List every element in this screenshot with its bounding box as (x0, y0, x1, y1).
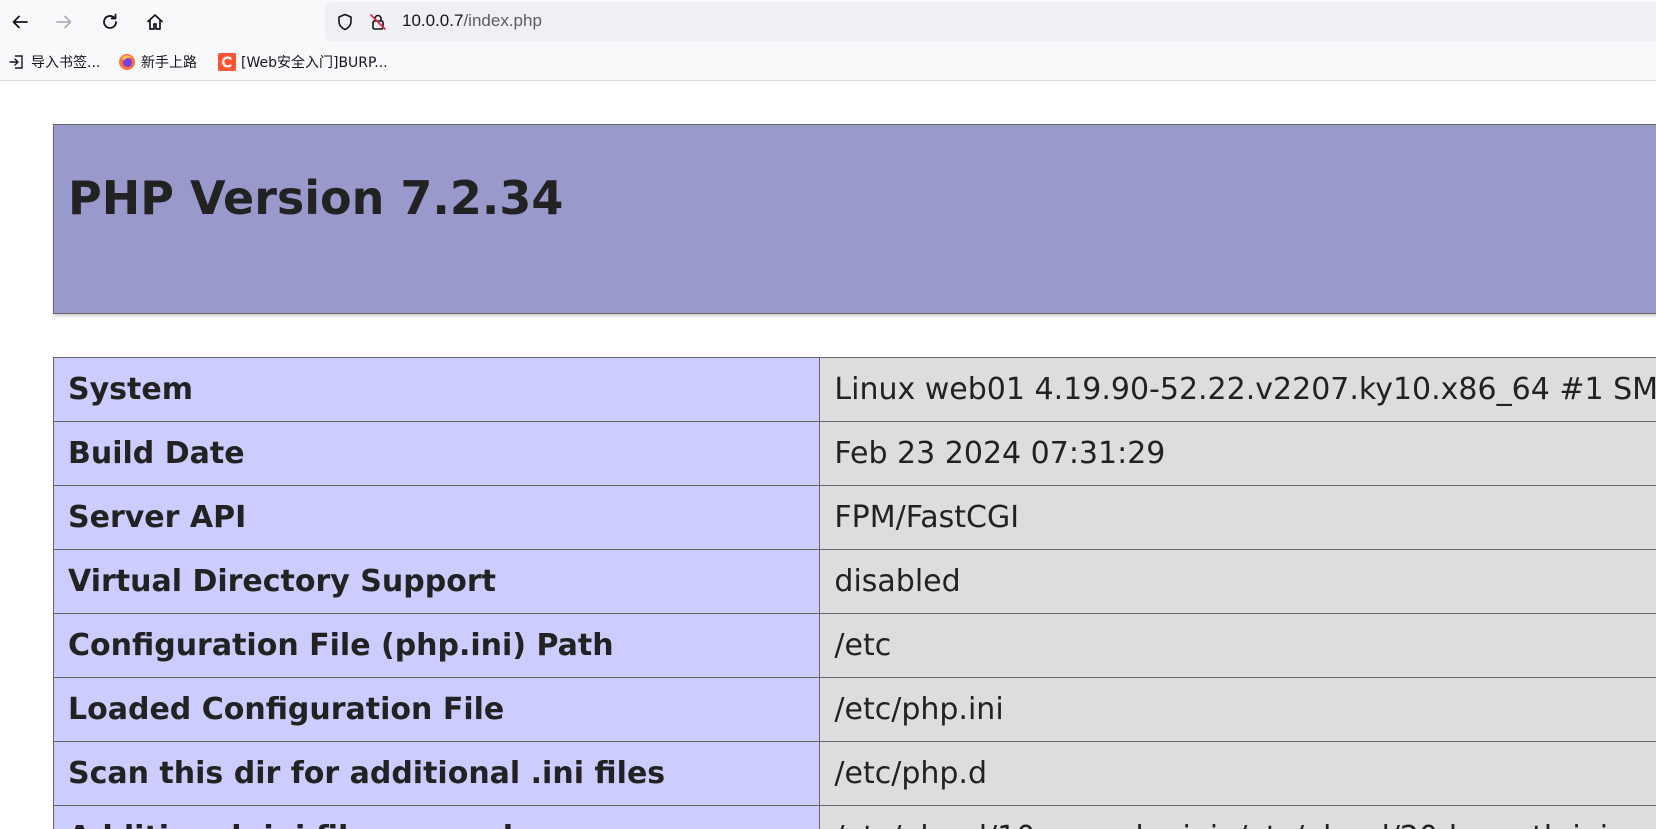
info-key: Build Date (52, 421, 821, 486)
back-button[interactable] (4, 6, 36, 38)
url-bar[interactable]: 10.0.0.7/index.php (325, 2, 1656, 41)
url-path: /index.php (463, 11, 542, 30)
info-value: /etc/php.d/10-opcache.ini, /etc/php.d/20… (819, 805, 1656, 829)
bookmark-label: 导入书签... (31, 55, 101, 71)
table-row: Build Date Feb 23 2024 07:31:29 (52, 421, 1656, 486)
table-row: Configuration File (php.ini) Path /etc (52, 613, 1656, 678)
home-icon (147, 14, 163, 30)
table-row: Virtual Directory Support disabled (52, 549, 1656, 614)
shield-icon[interactable] (335, 12, 355, 32)
info-key: Virtual Directory Support (52, 549, 821, 614)
php-version-header: PHP Version 7.2.34 (53, 124, 1656, 314)
firefox-icon (119, 54, 135, 70)
info-value: /etc (819, 613, 1656, 678)
php-info-table: System Linux web01 4.19.90-52.22.v2207.k… (52, 357, 1656, 829)
info-value: FPM/FastCGI (819, 485, 1656, 550)
bookmark-label: [Web安全入门]BURP... (241, 55, 388, 71)
info-key: Additional .ini files parsed (52, 805, 821, 829)
bookmarks-toolbar: 导入书签... 新手上路 [Web安全入门]BURP... (0, 43, 1656, 81)
reload-button[interactable] (94, 6, 126, 38)
page-content: PHP Version 7.2.34 System Linux web01 4.… (0, 82, 1656, 829)
home-button[interactable] (139, 6, 171, 38)
info-value: /etc/php.d (819, 741, 1656, 806)
info-value: Linux web01 4.19.90-52.22.v2207.ky10.x86… (819, 357, 1656, 422)
bookmark-web-security[interactable]: [Web安全入门]BURP... (218, 52, 388, 72)
table-row: Scan this dir for additional .ini files … (52, 741, 1656, 806)
csdn-c-icon (218, 53, 236, 71)
info-key: Scan this dir for additional .ini files (52, 741, 821, 806)
table-row: Server API FPM/FastCGI (52, 485, 1656, 550)
info-value: Feb 23 2024 07:31:29 (819, 421, 1656, 486)
info-key: Server API (52, 485, 821, 550)
table-row: Additional .ini files parsed /etc/php.d/… (52, 805, 1656, 829)
table-row: Loaded Configuration File /etc/php.ini (52, 677, 1656, 742)
forward-button[interactable] (48, 6, 80, 38)
import-icon (9, 55, 23, 69)
forward-arrow-icon (56, 15, 72, 29)
url-text[interactable]: 10.0.0.7/index.php (402, 11, 542, 31)
info-key: Loaded Configuration File (52, 677, 821, 742)
back-arrow-icon (12, 15, 28, 29)
reload-icon (103, 13, 117, 29)
table-row: System Linux web01 4.19.90-52.22.v2207.k… (52, 357, 1656, 422)
php-version-title: PHP Version 7.2.34 (68, 171, 564, 225)
bookmark-getting-started[interactable]: 新手上路 (118, 52, 197, 72)
browser-toolbar: 10.0.0.7/index.php (0, 0, 1656, 43)
insecure-lock-icon[interactable] (368, 12, 388, 32)
info-key: Configuration File (php.ini) Path (52, 613, 821, 678)
bookmark-label: 新手上路 (141, 55, 197, 71)
info-key: System (52, 357, 821, 422)
info-value: /etc/php.ini (819, 677, 1656, 742)
url-host: 10.0.0.7 (402, 11, 464, 30)
info-value: disabled (819, 549, 1656, 614)
bookmark-import[interactable]: 导入书签... (8, 52, 100, 72)
